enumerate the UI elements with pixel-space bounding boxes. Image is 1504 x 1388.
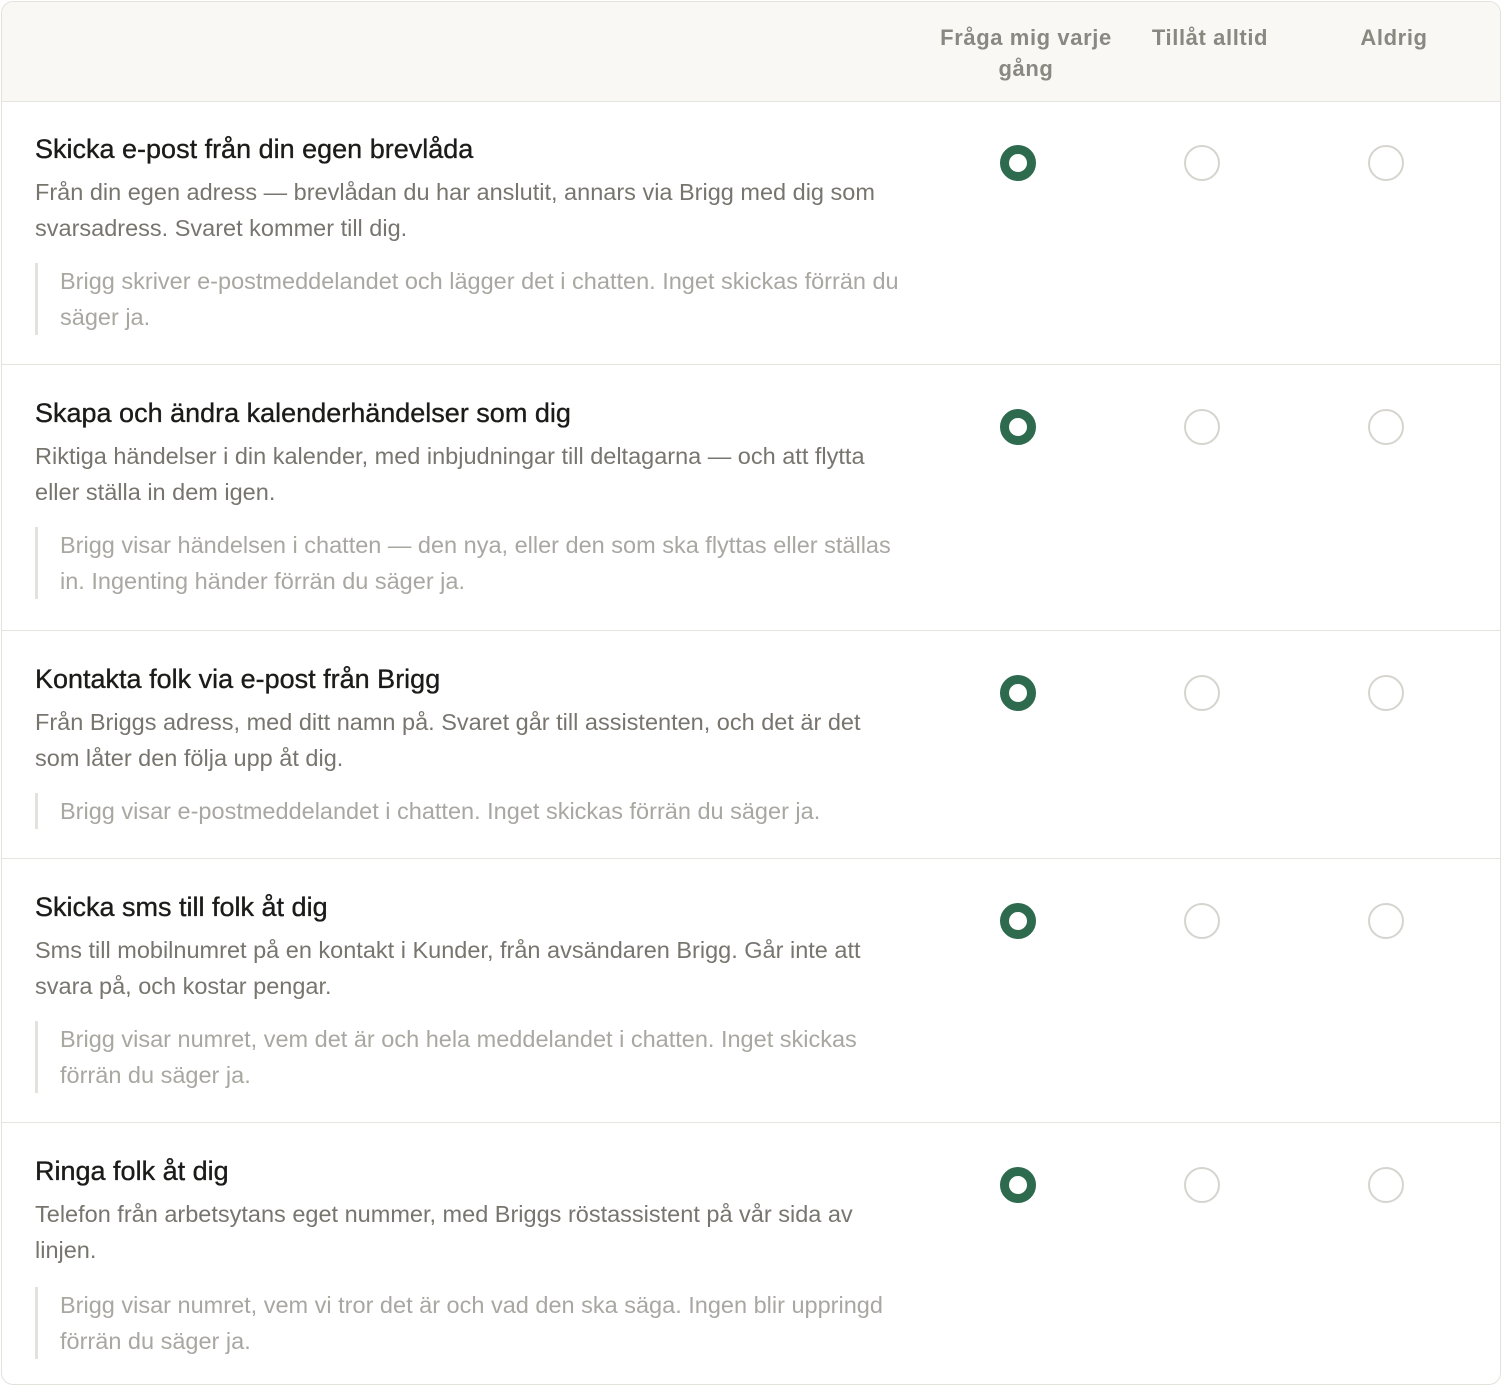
radio-always[interactable] bbox=[1184, 145, 1220, 181]
column-header-never: Aldrig bbox=[1360, 25, 1428, 50]
permission-row-calendar-events: Skapa och ändra kalenderhändelser som di… bbox=[2, 365, 1500, 631]
radio-never[interactable] bbox=[1368, 145, 1404, 181]
row-note: Brigg visar numret, vem det är och hela … bbox=[35, 1021, 910, 1093]
row-description: Telefon från arbetsytans eget nummer, me… bbox=[35, 1201, 853, 1263]
permission-row-contact-via-brigg-email: Kontakta folk via e-post från Brigg Från… bbox=[2, 631, 1500, 859]
radio-always[interactable] bbox=[1184, 675, 1220, 711]
radio-always[interactable] bbox=[1184, 1167, 1220, 1203]
radio-ask[interactable] bbox=[1000, 903, 1036, 939]
permissions-table: Fråga mig varje gång Tillåt alltid Aldri… bbox=[1, 1, 1501, 1385]
row-note: Brigg visar numret, vem vi tror det är o… bbox=[35, 1287, 910, 1359]
radio-ask[interactable] bbox=[1000, 1167, 1036, 1203]
row-title: Skicka e-post från din egen brevlåda bbox=[35, 134, 474, 164]
radio-never[interactable] bbox=[1368, 903, 1404, 939]
permission-row-call-people: Ringa folk åt dig Telefon från arbetsyta… bbox=[2, 1123, 1500, 1384]
row-note: Brigg visar e-postmeddelandet i chatten.… bbox=[35, 793, 940, 829]
radio-ask[interactable] bbox=[1000, 409, 1036, 445]
permission-row-send-sms: Skicka sms till folk åt dig Sms till mob… bbox=[2, 859, 1500, 1123]
radio-always[interactable] bbox=[1184, 409, 1220, 445]
column-header-ask: Fråga mig varje gång bbox=[940, 25, 1112, 81]
radio-ask[interactable] bbox=[1000, 145, 1036, 181]
radio-never[interactable] bbox=[1368, 409, 1404, 445]
row-title: Skicka sms till folk åt dig bbox=[35, 892, 328, 922]
row-title: Skapa och ändra kalenderhändelser som di… bbox=[35, 398, 571, 428]
row-description: Från din egen adress — brevlådan du har … bbox=[35, 179, 875, 241]
radio-never[interactable] bbox=[1368, 675, 1404, 711]
column-header-always: Tillåt alltid bbox=[1151, 25, 1269, 50]
row-title: Kontakta folk via e-post från Brigg bbox=[35, 664, 441, 694]
radio-never[interactable] bbox=[1368, 1167, 1404, 1203]
row-description: Från Briggs adress, med ditt namn på. Sv… bbox=[35, 709, 861, 771]
row-note: Brigg skriver e-postmeddelandet och lägg… bbox=[35, 263, 910, 335]
radio-always[interactable] bbox=[1184, 903, 1220, 939]
row-description: Sms till mobilnumret på en kontakt i Kun… bbox=[35, 937, 861, 999]
row-note: Brigg visar händelsen i chatten — den ny… bbox=[35, 527, 910, 599]
radio-ask[interactable] bbox=[1000, 675, 1036, 711]
permission-row-send-own-email: Skicka e-post från din egen brevlåda Frå… bbox=[2, 101, 1500, 365]
table-header: Fråga mig varje gång Tillåt alltid Aldri… bbox=[2, 2, 1500, 102]
row-description: Riktiga händelser i din kalender, med in… bbox=[35, 443, 865, 505]
row-title: Ringa folk åt dig bbox=[35, 1156, 229, 1186]
